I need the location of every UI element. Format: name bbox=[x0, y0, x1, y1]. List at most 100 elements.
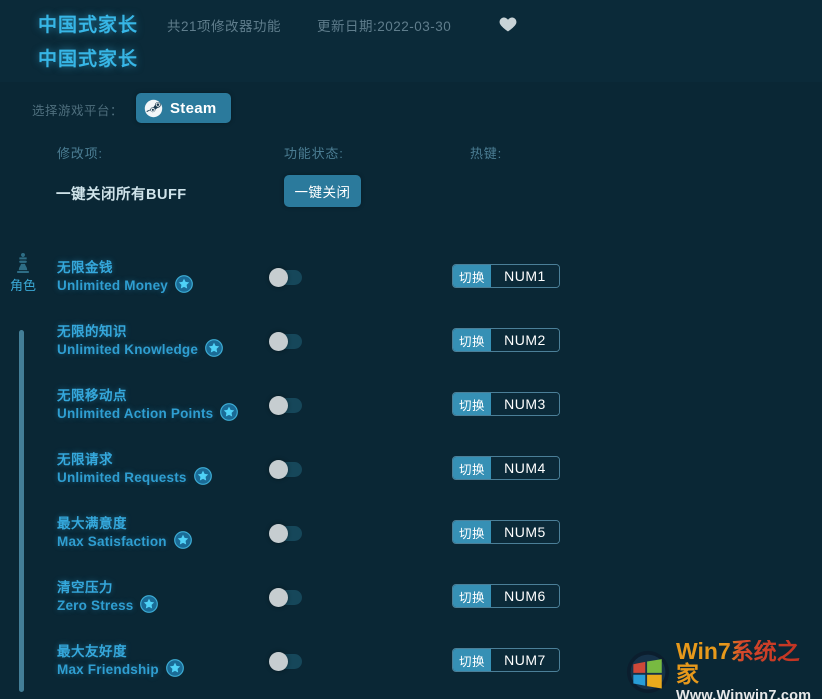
cheat-hotkey[interactable]: 切换 NUM5 bbox=[452, 520, 561, 544]
cheat-name-en: Zero Stress bbox=[57, 598, 134, 613]
cheat-row: 无限移动点 Unlimited Action Points 切换 NUM3 bbox=[0, 378, 822, 442]
cheat-text: 清空压力 Zero Stress bbox=[57, 579, 133, 615]
cheat-toggle[interactable] bbox=[269, 268, 302, 287]
star-icon[interactable] bbox=[165, 658, 185, 678]
cheat-name-cn: 无限请求 bbox=[57, 452, 113, 467]
hotkey-key-label: NUM6 bbox=[491, 585, 560, 607]
hotkey-action-label: 切换 bbox=[453, 265, 492, 287]
hotkey-action-label: 切换 bbox=[453, 457, 492, 479]
cheat-labels: 无限请求 Unlimited Requests bbox=[57, 451, 213, 487]
cheat-name-cn: 最大满意度 bbox=[57, 516, 127, 531]
cheat-name-cn: 无限金钱 bbox=[57, 260, 113, 275]
watermark-texts: Win7系统之家 Www.Winwin7.com bbox=[676, 640, 822, 699]
cheat-hotkey[interactable]: 切换 NUM6 bbox=[452, 584, 561, 608]
toggle-knob bbox=[269, 460, 288, 479]
cheat-hotkey[interactable]: 切换 NUM3 bbox=[452, 392, 561, 416]
cheat-text: 无限的知识 Unlimited Knowledge bbox=[57, 323, 198, 359]
heart-icon[interactable] bbox=[498, 14, 518, 34]
cheat-toggle[interactable] bbox=[269, 460, 302, 479]
cheat-labels: 最大友好度 Max Friendship bbox=[57, 643, 185, 679]
cheat-toggle[interactable] bbox=[269, 332, 302, 351]
update-date-label: 更新日期:2022-03-30 bbox=[317, 19, 452, 34]
cheat-name-en: Unlimited Money bbox=[57, 278, 169, 293]
cheat-name-cn: 清空压力 bbox=[57, 580, 113, 595]
cheat-labels: 无限移动点 Unlimited Action Points bbox=[57, 387, 239, 423]
toggle-knob bbox=[269, 332, 288, 351]
platform-steam-button[interactable]: Steam bbox=[136, 93, 231, 123]
watermark-url: Www.Winwin7.com bbox=[676, 688, 812, 699]
hotkey-key-label: NUM2 bbox=[491, 329, 560, 351]
cheat-name-cn: 无限的知识 bbox=[57, 324, 127, 339]
cheat-hotkey[interactable]: 切换 NUM4 bbox=[452, 456, 561, 480]
platform-steam-label: Steam bbox=[170, 99, 217, 117]
cheat-text: 最大友好度 Max Friendship bbox=[57, 643, 159, 679]
platform-selector-row: 选择游戏平台： Steam bbox=[0, 93, 822, 127]
cheat-row: 无限金钱 Unlimited Money 切换 NUM1 bbox=[0, 250, 822, 314]
feature-count-label: 共21项修改器功能 bbox=[167, 19, 282, 34]
cheat-row: 最大满意度 Max Satisfaction 切换 NUM5 bbox=[0, 506, 822, 570]
cheat-hotkey[interactable]: 切换 NUM2 bbox=[452, 328, 561, 352]
game-name-subtitle: 中国式家长 bbox=[38, 49, 139, 70]
windows-logo-icon bbox=[626, 650, 670, 694]
star-icon[interactable] bbox=[219, 402, 239, 422]
star-icon[interactable] bbox=[174, 274, 194, 294]
star-icon[interactable] bbox=[139, 594, 159, 614]
column-header-option: 修改项: bbox=[57, 146, 103, 161]
cheat-name-cn: 无限移动点 bbox=[57, 388, 127, 403]
cheat-hotkey[interactable]: 切换 NUM1 bbox=[452, 264, 561, 288]
hotkey-action-label: 切换 bbox=[453, 521, 492, 543]
hotkey-action-label: 切换 bbox=[453, 585, 492, 607]
hotkey-key-label: NUM3 bbox=[491, 393, 560, 415]
cheat-hotkey[interactable]: 切换 NUM7 bbox=[452, 648, 561, 672]
cheat-toggle[interactable] bbox=[269, 524, 302, 543]
cheat-list: 无限金钱 Unlimited Money 切换 NUM1 无限的知识 Unlimited … bbox=[0, 250, 822, 698]
watermark-title: Win7系统之家 bbox=[676, 640, 822, 686]
toggle-knob bbox=[269, 396, 288, 415]
hotkey-key-label: NUM4 bbox=[491, 457, 560, 479]
toggle-knob bbox=[269, 652, 288, 671]
master-disable-label: 一键关闭所有BUFF bbox=[56, 187, 187, 203]
cheat-text: 无限金钱 Unlimited Money bbox=[57, 259, 168, 295]
star-icon[interactable] bbox=[193, 466, 213, 486]
cheat-labels: 无限金钱 Unlimited Money bbox=[57, 259, 194, 295]
toggle-knob bbox=[269, 524, 288, 543]
cheat-text: 无限请求 Unlimited Requests bbox=[57, 451, 187, 487]
header-bar: 中国式家长 中国式家长 共21项修改器功能 更新日期:2022-03-30 bbox=[0, 0, 822, 82]
cheat-toggle[interactable] bbox=[269, 396, 302, 415]
column-header-hotkey: 热键: bbox=[470, 146, 503, 161]
cheat-row: 清空压力 Zero Stress 切换 NUM6 bbox=[0, 570, 822, 634]
hotkey-action-label: 切换 bbox=[453, 649, 492, 671]
star-icon[interactable] bbox=[204, 338, 224, 358]
cheat-name-cn: 最大友好度 bbox=[57, 644, 127, 659]
hotkey-action-label: 切换 bbox=[453, 329, 492, 351]
cheat-labels: 最大满意度 Max Satisfaction bbox=[57, 515, 193, 551]
watermark: Win7系统之家 Www.Winwin7.com bbox=[626, 640, 822, 699]
cheat-name-en: Max Friendship bbox=[57, 662, 159, 677]
cheat-row: 无限请求 Unlimited Requests 切换 NUM4 bbox=[0, 442, 822, 506]
cheat-labels: 无限的知识 Unlimited Knowledge bbox=[57, 323, 224, 359]
page-title: 中国式家长 bbox=[38, 15, 139, 36]
cheat-labels: 清空压力 Zero Stress bbox=[57, 579, 159, 615]
toggle-knob bbox=[269, 268, 288, 287]
steam-icon bbox=[144, 99, 163, 118]
cheat-name-en: Unlimited Knowledge bbox=[57, 342, 199, 357]
cheat-name-en: Unlimited Requests bbox=[57, 470, 187, 485]
master-disable-button[interactable]: 一键关闭 bbox=[284, 175, 361, 207]
column-header-status: 功能状态: bbox=[284, 146, 344, 161]
star-icon[interactable] bbox=[173, 530, 193, 550]
toggle-knob bbox=[269, 588, 288, 607]
hotkey-action-label: 切换 bbox=[453, 393, 492, 415]
cheat-toggle[interactable] bbox=[269, 588, 302, 607]
cheat-name-en: Unlimited Action Points bbox=[57, 406, 214, 421]
cheat-row: 无限的知识 Unlimited Knowledge 切换 NUM2 bbox=[0, 314, 822, 378]
trainer-window: 中国式家长 中国式家长 共21项修改器功能 更新日期:2022-03-30 选择… bbox=[0, 0, 822, 699]
hotkey-key-label: NUM1 bbox=[491, 265, 560, 287]
hotkey-key-label: NUM7 bbox=[491, 649, 560, 671]
platform-label: 选择游戏平台： bbox=[32, 104, 124, 118]
master-disable-row: 一键关闭所有BUFF 一键关闭 bbox=[0, 175, 822, 211]
cheat-text: 无限移动点 Unlimited Action Points bbox=[57, 387, 213, 423]
cheat-name-en: Max Satisfaction bbox=[57, 534, 167, 549]
cheat-text: 最大满意度 Max Satisfaction bbox=[57, 515, 167, 551]
hotkey-key-label: NUM5 bbox=[491, 521, 560, 543]
cheat-toggle[interactable] bbox=[269, 652, 302, 671]
